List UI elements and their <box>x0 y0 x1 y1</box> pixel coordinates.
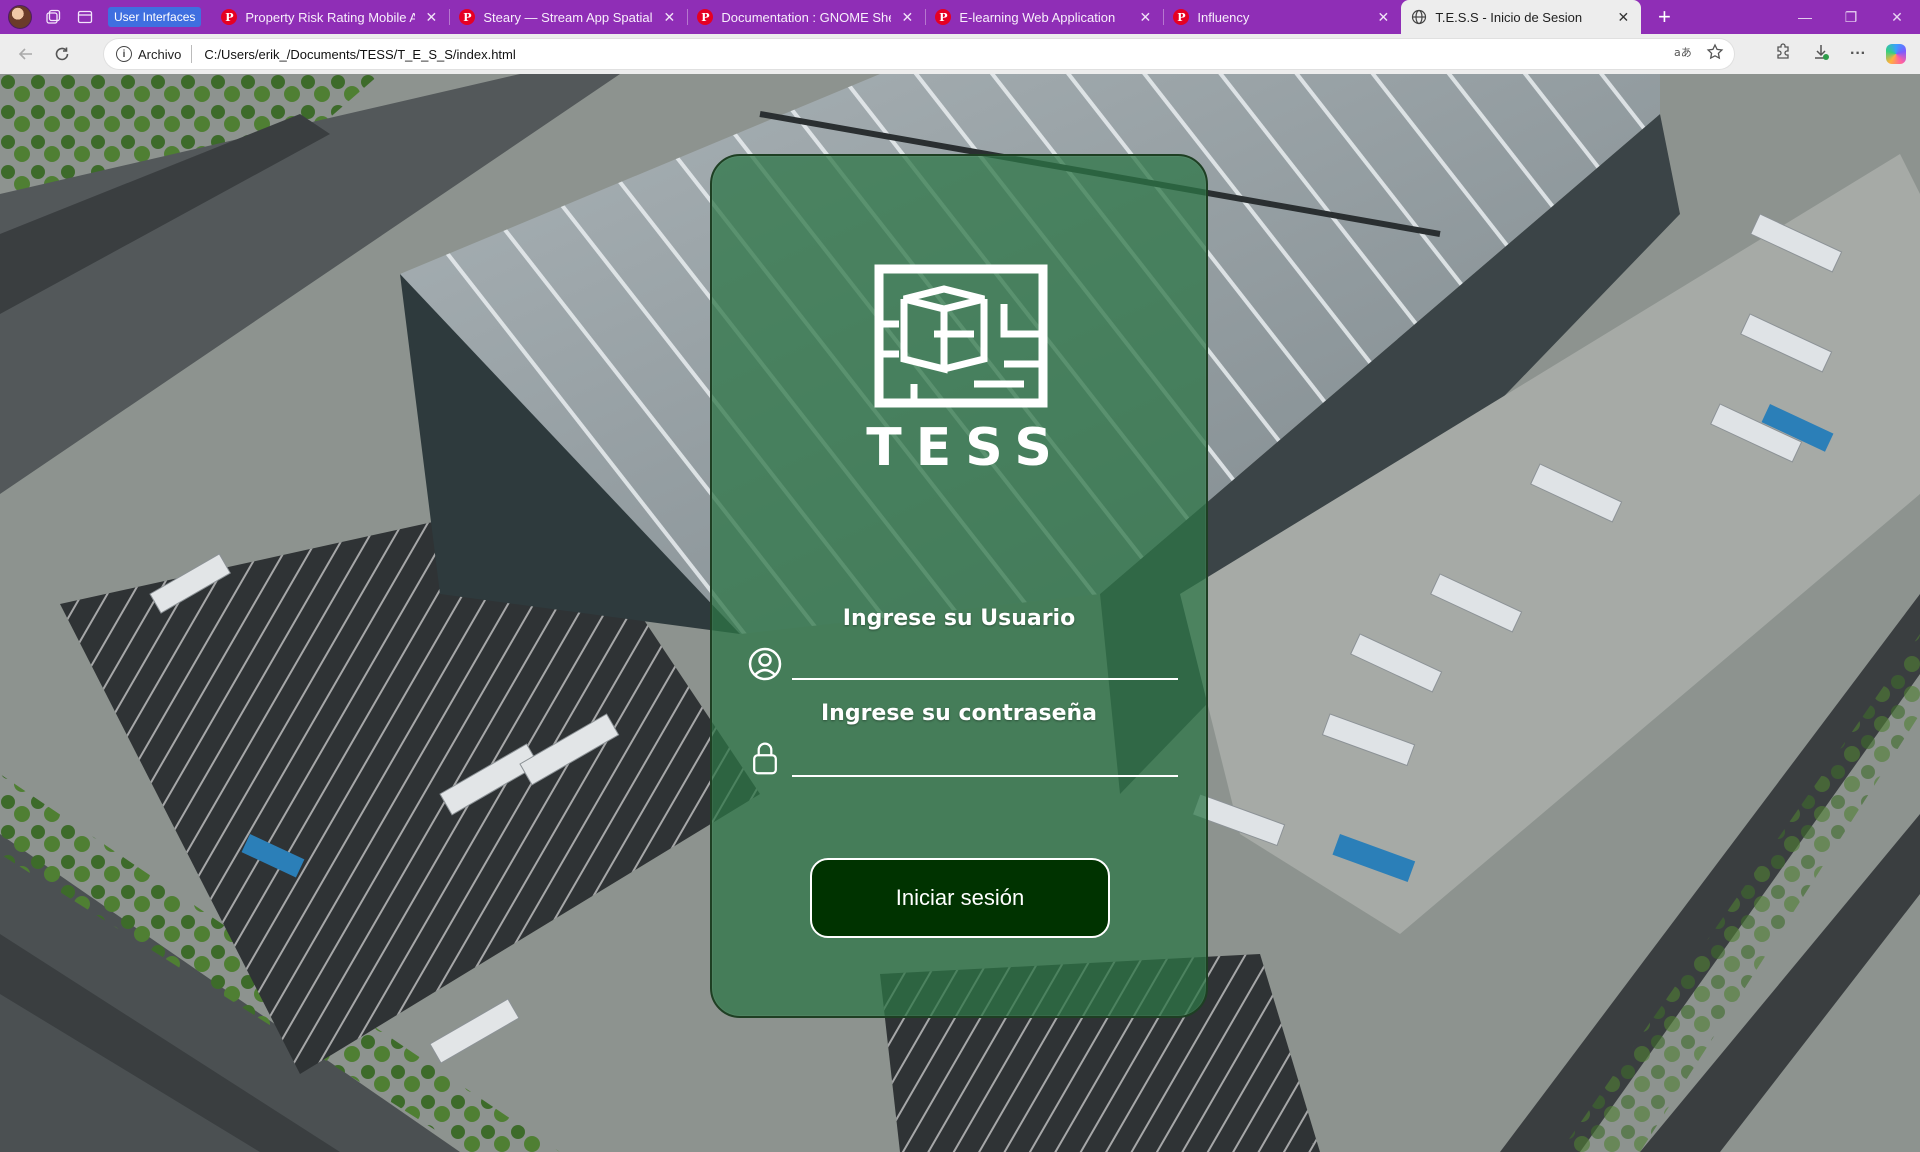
username-label: Ingrese su Usuario <box>842 606 1076 631</box>
tab-title: Property Risk Rating Mobile App <box>245 9 416 25</box>
pinterest-icon: P <box>459 9 476 25</box>
browser-tab-bar: User Interfaces P Property Risk Rating M… <box>0 0 1920 34</box>
tab-title: E-learning Web Application <box>959 9 1116 25</box>
pinterest-icon: P <box>221 9 238 25</box>
read-aloud-icon[interactable]: aあ <box>1674 44 1692 64</box>
tab-strip: P Property Risk Rating Mobile App ✕ P St… <box>211 0 1642 34</box>
tab-group-chip[interactable]: User Interfaces <box>108 7 202 27</box>
minimize-icon[interactable]: — <box>1782 0 1828 34</box>
browser-toolbar: i Archivo C:/Users/erik_/Documents/TESS/… <box>0 34 1920 74</box>
brand-wordmark: TESS <box>866 418 1066 478</box>
tab-title: Documentation : GNOME Shell w <box>721 9 891 25</box>
new-tab-button[interactable]: + <box>1647 0 1681 34</box>
tab-title: T.E.S.S - Inicio de Sesion <box>1435 9 1583 25</box>
tess-box-logo-icon <box>874 264 1048 408</box>
close-tab-icon[interactable]: ✕ <box>1615 9 1631 26</box>
tab-property-risk[interactable]: P Property Risk Rating Mobile App ✕ <box>211 0 449 34</box>
url-text[interactable]: C:/Users/erik_/Documents/TESS/T_E_S_S/in… <box>192 47 515 62</box>
extensions-icon[interactable] <box>1774 42 1792 66</box>
tab-elearning[interactable]: P E-learning Web Application ✕ <box>925 0 1163 34</box>
login-button[interactable]: Iniciar sesión <box>810 858 1110 938</box>
lock-icon <box>753 742 777 775</box>
site-info-label: Archivo <box>138 46 182 62</box>
toolbar-actions: ··· <box>1774 34 1906 74</box>
tab-influency[interactable]: P Influency ✕ <box>1163 0 1401 34</box>
page-viewport: TESS Ingrese su Usuario Ingrese su contr… <box>0 74 1920 1152</box>
close-window-icon[interactable]: ✕ <box>1874 0 1920 34</box>
back-arrow-icon[interactable] <box>8 36 44 72</box>
workspaces-icon[interactable] <box>42 6 64 28</box>
address-bar[interactable]: i Archivo C:/Users/erik_/Documents/TESS/… <box>104 39 1734 69</box>
site-info-button[interactable]: i Archivo <box>104 39 191 69</box>
tab-actions-icon[interactable] <box>74 6 96 28</box>
pinterest-icon: P <box>935 9 952 25</box>
close-tab-icon[interactable]: ✕ <box>899 9 915 26</box>
password-label: Ingrese su contraseña <box>820 701 1097 726</box>
user-icon <box>748 647 782 681</box>
tab-gnome-docs[interactable]: P Documentation : GNOME Shell w ✕ <box>687 0 925 34</box>
favorite-star-icon[interactable] <box>1706 43 1724 65</box>
close-tab-icon[interactable]: ✕ <box>1137 9 1153 26</box>
downloads-icon[interactable] <box>1812 43 1830 66</box>
pinterest-icon: P <box>1173 9 1190 25</box>
password-input[interactable] <box>792 743 1178 777</box>
more-options-icon[interactable]: ··· <box>1850 45 1866 63</box>
username-input[interactable] <box>792 646 1178 680</box>
info-icon: i <box>116 46 132 62</box>
restore-icon[interactable]: ❐ <box>1828 0 1874 34</box>
copilot-icon[interactable] <box>1886 44 1906 64</box>
pinterest-icon: P <box>697 9 714 25</box>
window-controls: — ❐ ✕ <box>1782 0 1920 34</box>
tab-title: Influency <box>1197 9 1250 25</box>
close-tab-icon[interactable]: ✕ <box>661 9 677 26</box>
close-tab-icon[interactable]: ✕ <box>423 9 439 26</box>
profile-avatar[interactable] <box>8 5 32 29</box>
svg-text:aあ: aあ <box>1674 46 1692 59</box>
reload-icon[interactable] <box>44 36 80 72</box>
close-tab-icon[interactable]: ✕ <box>1375 9 1391 26</box>
address-bar-actions: aあ <box>1674 39 1724 69</box>
tab-steary[interactable]: P Steary — Stream App Spatial UI C ✕ <box>449 0 687 34</box>
tab-bar-left-controls <box>0 0 96 34</box>
tab-tess-login[interactable]: T.E.S.S - Inicio de Sesion ✕ <box>1401 0 1642 34</box>
login-card: TESS Ingrese su Usuario Ingrese su contr… <box>710 154 1208 1018</box>
tab-title: Steary — Stream App Spatial UI C <box>483 9 653 25</box>
globe-icon <box>1412 9 1427 25</box>
